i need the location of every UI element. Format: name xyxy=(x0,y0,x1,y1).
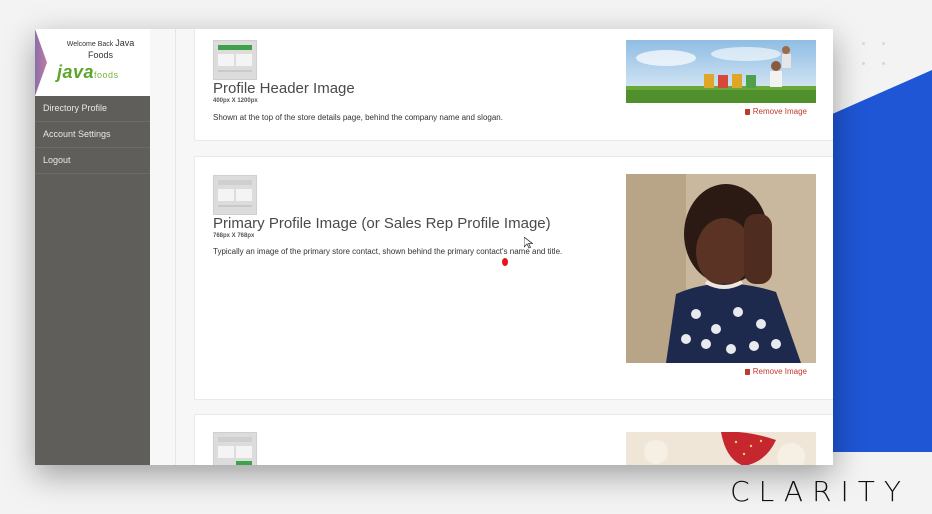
background-dot xyxy=(882,42,885,45)
image-size-hint: 768px X 768px xyxy=(213,233,255,239)
logo-main: java xyxy=(57,62,95,82)
remove-image-label: Remove Image xyxy=(752,367,807,376)
profile-image-preview[interactable] xyxy=(626,174,816,363)
app-window: Welcome Back Java Foods javafoods Direct… xyxy=(35,29,833,465)
card-title: Profile Header Image xyxy=(213,80,355,97)
image-upload-card xyxy=(194,414,833,465)
click-indicator-dot xyxy=(502,258,508,266)
logo-sub: foods xyxy=(94,70,119,80)
background-dot xyxy=(862,42,865,45)
remove-image-link[interactable]: Remove Image xyxy=(744,107,807,116)
primary-profile-image-card: Primary Profile Image (or Sales Rep Prof… xyxy=(194,156,833,400)
image-preview[interactable] xyxy=(626,432,816,465)
sidebar-item-logout[interactable]: Logout xyxy=(35,148,150,174)
sidebar-item-account-settings[interactable]: Account Settings xyxy=(35,122,150,148)
remove-image-link[interactable]: Remove Image xyxy=(744,367,807,376)
header-image-preview[interactable] xyxy=(626,40,816,103)
card-title: Primary Profile Image (or Sales Rep Prof… xyxy=(213,215,551,232)
welcome-text: Welcome Back xyxy=(66,41,114,48)
sidebar-item-directory-profile[interactable]: Directory Profile xyxy=(35,96,150,122)
background-dot xyxy=(862,62,865,65)
card-description: Shown at the top of the store details pa… xyxy=(213,113,503,122)
profile-header-image-card: Profile Header Image 400px X 1200px Show… xyxy=(194,29,833,141)
sidebar-header: Welcome Back Java Foods javafoods xyxy=(35,29,150,96)
layout-thumbnail-icon xyxy=(213,175,257,215)
clarity-brand-mark: CLARITY xyxy=(730,475,910,508)
sidebar: Welcome Back Java Foods javafoods Direct… xyxy=(35,29,150,465)
mouse-cursor-icon xyxy=(524,237,533,249)
card-description: Typically an image of the primary store … xyxy=(213,247,563,256)
main-content: Profile Header Image 400px X 1200px Show… xyxy=(175,29,833,465)
welcome-message: Welcome Back Java Foods xyxy=(53,38,148,62)
trash-icon xyxy=(744,109,750,115)
java-foods-logo[interactable]: javafoods xyxy=(57,62,119,83)
remove-image-label: Remove Image xyxy=(752,107,807,116)
layout-thumbnail-icon xyxy=(213,432,257,465)
trash-icon xyxy=(744,369,750,375)
layout-thumbnail-icon xyxy=(213,40,257,80)
image-size-hint: 400px X 1200px xyxy=(213,98,258,104)
sidebar-arrow-decoration xyxy=(35,29,47,96)
background-dot xyxy=(882,62,885,65)
